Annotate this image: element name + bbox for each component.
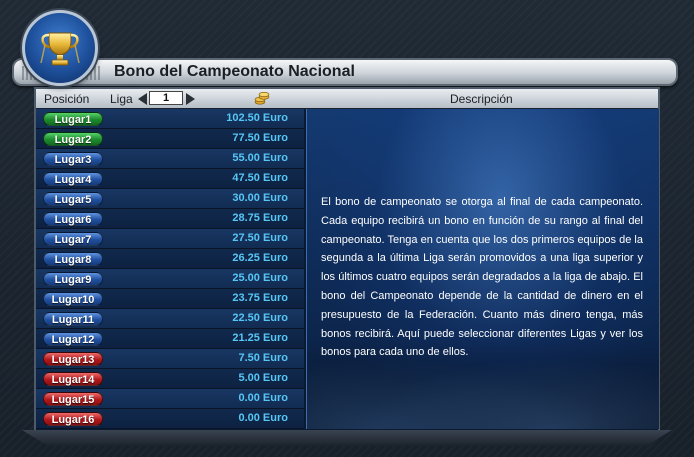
bonus-amount: 55.00 Euro [232, 152, 288, 164]
table-row: Lugar7 27.50 Euro [36, 229, 304, 249]
position-badge: Lugar8 [43, 252, 103, 266]
bonus-amount: 0.00 Euro [238, 412, 288, 424]
position-badge: Lugar14 [43, 372, 103, 386]
bonus-amount: 77.50 Euro [232, 132, 288, 144]
position-badge: Lugar11 [43, 312, 103, 326]
ranking-list: Lugar1 102.50 Euro Lugar2 77.50 Euro Lugar3 5… [36, 109, 304, 429]
position-badge: Lugar4 [43, 172, 103, 186]
title-bar: Bono del Campeonato Nacional [12, 58, 678, 86]
table-row: Lugar16 0.00 Euro [36, 409, 304, 429]
trophy-emblem [22, 10, 98, 86]
position-badge: Lugar13 [43, 352, 103, 366]
description-text: El bono de campeonato se otorga al final… [321, 196, 643, 359]
bonus-amount: 22.50 Euro [232, 312, 288, 324]
position-badge: Lugar5 [43, 192, 103, 206]
position-badge: Lugar10 [43, 292, 103, 306]
trophy-icon [40, 32, 80, 66]
table-row: Lugar14 5.00 Euro [36, 369, 304, 389]
table-row: Lugar11 22.50 Euro [36, 309, 304, 329]
bonus-amount: 47.50 Euro [232, 172, 288, 184]
liga-next-arrow-icon[interactable] [186, 93, 195, 105]
table-row: Lugar6 28.75 Euro [36, 209, 304, 229]
bonus-amount: 21.25 Euro [232, 332, 288, 344]
table-row: Lugar13 7.50 Euro [36, 349, 304, 369]
bonus-amount: 30.00 Euro [232, 192, 288, 204]
position-badge: Lugar15 [43, 392, 103, 406]
position-badge: Lugar2 [43, 132, 103, 146]
liga-prev-arrow-icon[interactable] [138, 93, 147, 105]
table-row: Lugar3 55.00 Euro [36, 149, 304, 169]
bonus-amount: 5.00 Euro [238, 372, 288, 384]
position-badge: Lugar9 [43, 272, 103, 286]
bonus-panel: Posición Liga 1 Descripción Lugar1 102.50… [34, 87, 660, 433]
position-badge: Lugar1 [43, 112, 103, 126]
table-row: Lugar2 77.50 Euro [36, 129, 304, 149]
table-row: Lugar1 102.50 Euro [36, 109, 304, 129]
page-title: Bono del Campeonato Nacional [114, 63, 355, 80]
liga-selector-value[interactable]: 1 [149, 91, 183, 105]
table-row: Lugar5 30.00 Euro [36, 189, 304, 209]
liga-label: Liga [110, 92, 133, 106]
bonus-amount: 7.50 Euro [238, 352, 288, 364]
table-row: Lugar15 0.00 Euro [36, 389, 304, 409]
position-column-header: Posición [44, 92, 90, 106]
panel-bottom-frame [22, 430, 672, 446]
table-row: Lugar10 23.75 Euro [36, 289, 304, 309]
position-badge: Lugar3 [43, 152, 103, 166]
bonus-amount: 26.25 Euro [232, 252, 288, 264]
coins-icon [254, 91, 270, 105]
table-header: Posición Liga 1 Descripción [36, 89, 658, 109]
position-badge: Lugar6 [43, 212, 103, 226]
position-badge: Lugar12 [43, 332, 103, 346]
table-row: Lugar8 26.25 Euro [36, 249, 304, 269]
bonus-amount: 0.00 Euro [238, 392, 288, 404]
position-badge: Lugar7 [43, 232, 103, 246]
description-pane: El bono de campeonato se otorga al final… [306, 109, 659, 429]
bonus-amount: 102.50 Euro [226, 112, 288, 124]
bonus-amount: 28.75 Euro [232, 212, 288, 224]
bonus-amount: 25.00 Euro [232, 272, 288, 284]
bonus-amount: 27.50 Euro [232, 232, 288, 244]
bonus-amount: 23.75 Euro [232, 292, 288, 304]
description-column-header: Descripción [450, 92, 513, 106]
table-row: Lugar12 21.25 Euro [36, 329, 304, 349]
table-row: Lugar9 25.00 Euro [36, 269, 304, 289]
position-badge: Lugar16 [43, 412, 103, 426]
table-row: Lugar4 47.50 Euro [36, 169, 304, 189]
